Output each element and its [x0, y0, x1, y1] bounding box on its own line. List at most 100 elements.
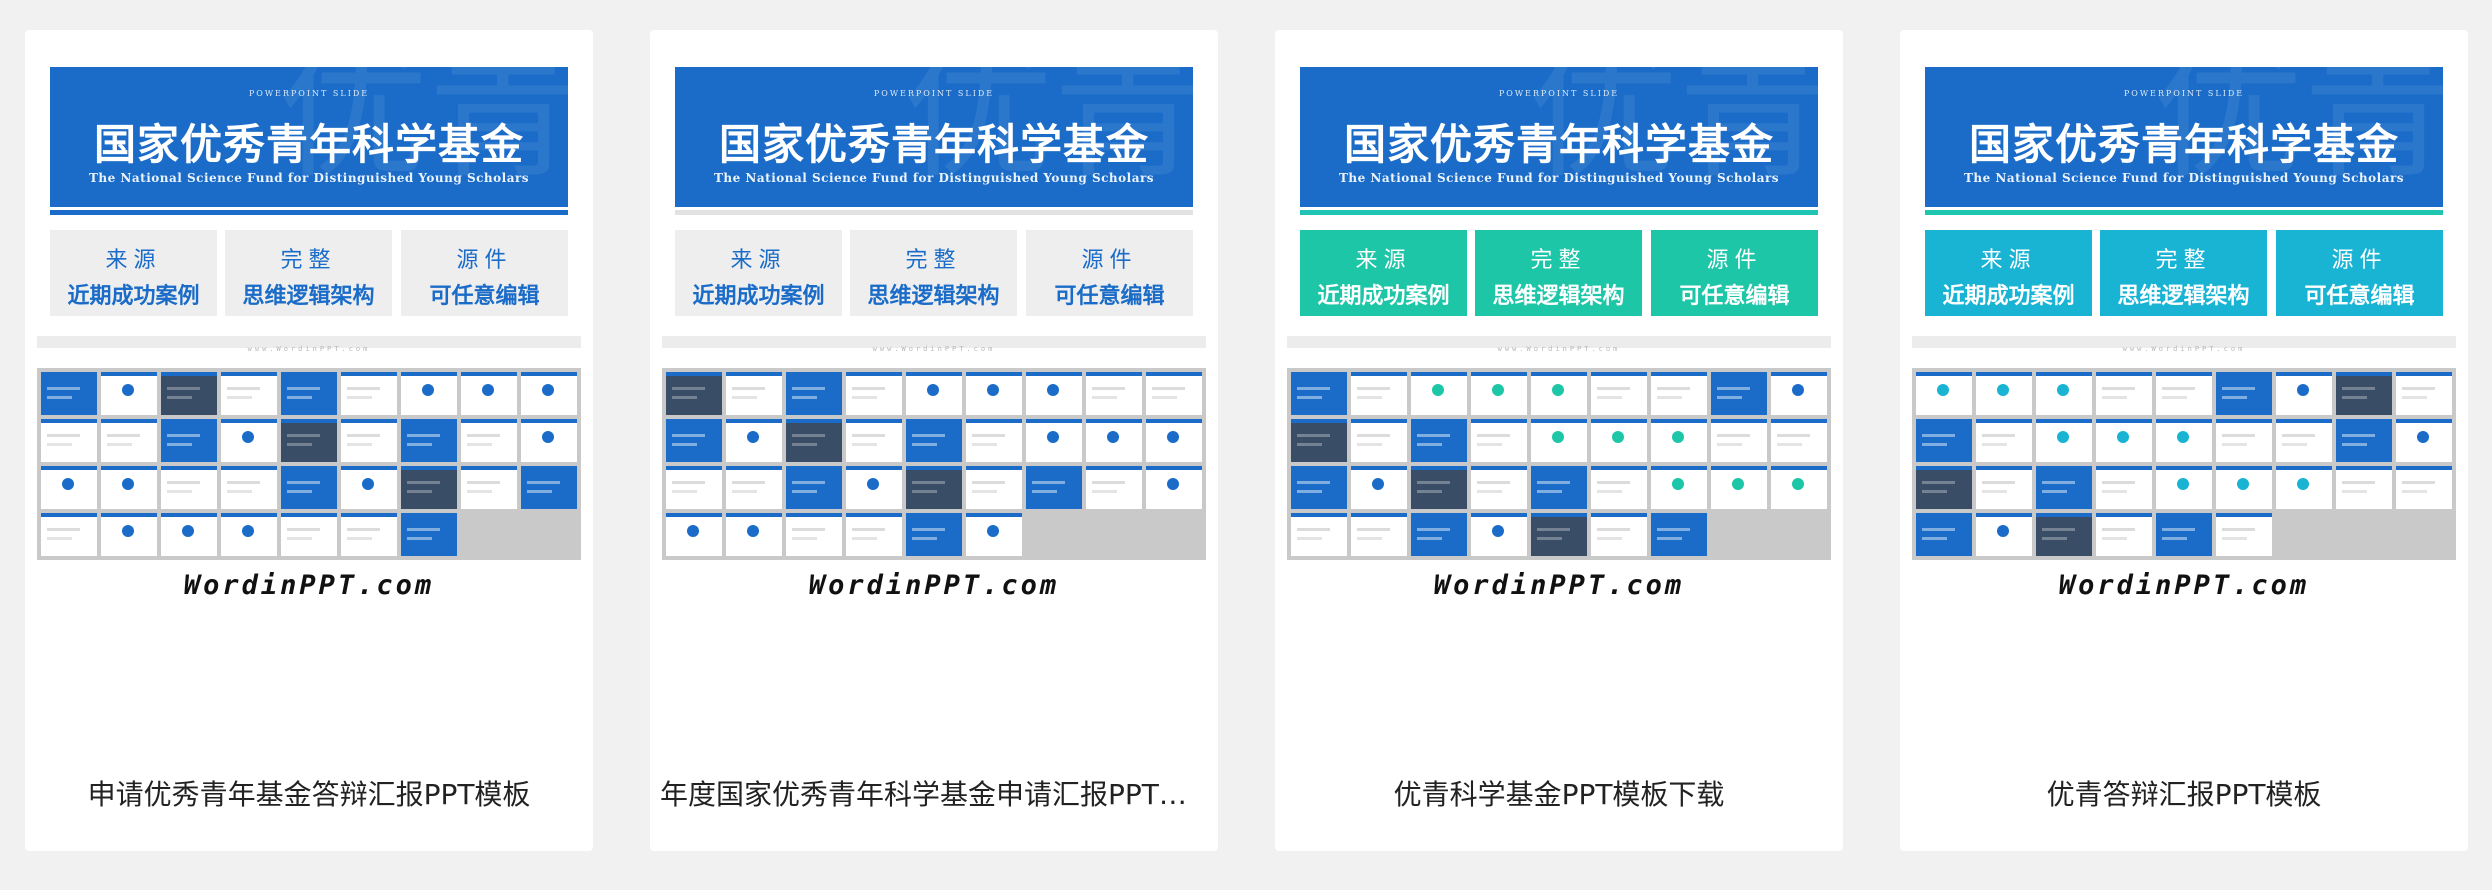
- slide-text-line: [1921, 442, 1947, 446]
- slide-graphic: [927, 384, 940, 397]
- thumbnail-footer-strip: www.WordinPPT.com: [1287, 336, 1831, 353]
- slide-text-line: [791, 395, 817, 399]
- slide-preview: [341, 419, 397, 462]
- slide-header-bar: [2096, 466, 2152, 470]
- slide-preview: [461, 513, 517, 556]
- slide-graphic: [2297, 478, 2310, 491]
- slide-text-line: [1596, 387, 1631, 391]
- feature-label: 来源: [1355, 248, 1412, 273]
- template-card[interactable]: 优青 POWERPOINT SLIDE 国家优秀青年科学基金 The Natio…: [1900, 30, 2468, 851]
- template-card[interactable]: 优青 POWERPOINT SLIDE 国家优秀青年科学基金 The Natio…: [25, 30, 593, 851]
- template-title-link[interactable]: 优青科学基金PPT模板下载: [1285, 775, 1833, 815]
- slide-header-bar: [666, 419, 722, 423]
- slide-header-bar: [1591, 372, 1647, 376]
- slide-preview: [906, 372, 962, 415]
- template-thumbnail[interactable]: 优青 POWERPOINT SLIDE 国家优秀青年科学基金 The Natio…: [650, 30, 1218, 620]
- slide-preview: [1771, 466, 1827, 509]
- slide-text-line: [2161, 395, 2187, 399]
- banner-title: 国家优秀青年科学基金: [1343, 120, 1774, 169]
- slide-graphic: [1672, 478, 1685, 491]
- slide-preview: [101, 372, 157, 415]
- slide-preview: [786, 372, 842, 415]
- slide-text-line: [2041, 481, 2076, 485]
- slide-preview: [1291, 419, 1347, 462]
- slide-text-line: [466, 489, 492, 493]
- slide-text-line: [346, 528, 381, 532]
- slide-text-line: [1296, 528, 1331, 532]
- template-card[interactable]: 优青 POWERPOINT SLIDE 国家优秀青年科学基金 The Natio…: [650, 30, 1218, 851]
- slide-text-line: [671, 481, 706, 485]
- slide-header-bar: [2216, 419, 2272, 423]
- brand-wordmark: WordinPPT.com: [808, 570, 1060, 601]
- slide-preview: [521, 466, 577, 509]
- slide-preview: [1086, 513, 1142, 556]
- slide-header-bar: [1711, 466, 1767, 470]
- slide-text-line: [1296, 536, 1322, 540]
- slide-preview: [1086, 466, 1142, 509]
- slide-text-line: [286, 395, 312, 399]
- slide-text-line: [2101, 489, 2127, 493]
- slide-text-line: [2161, 536, 2187, 540]
- slide-header-bar: [1471, 372, 1527, 376]
- slide-text-line: [106, 434, 141, 438]
- thumbnail-footer-strip: www.WordinPPT.com: [662, 336, 1206, 353]
- slide-preview: [1711, 419, 1767, 462]
- slide-text-line: [346, 536, 372, 540]
- template-title-link[interactable]: 年度国家优秀青年科学基金申请汇报PPT模板: [660, 775, 1208, 815]
- slide-text-line: [286, 528, 321, 532]
- slide-text-line: [851, 434, 886, 438]
- slide-preview: [341, 466, 397, 509]
- template-title-link[interactable]: 申请优秀青年基金答辩汇报PPT模板: [35, 775, 583, 815]
- slide-header-bar: [726, 513, 782, 517]
- slide-header-bar: [101, 513, 157, 517]
- slide-text-line: [791, 481, 826, 485]
- slide-header-bar: [1411, 513, 1467, 517]
- slide-header-bar: [101, 372, 157, 376]
- slide-text-line: [1981, 481, 2016, 485]
- template-title-link[interactable]: 优青答辩汇报PPT模板: [1910, 775, 2458, 815]
- slide-text-line: [971, 434, 1006, 438]
- slide-text-line: [2281, 434, 2316, 438]
- slide-text-line: [1921, 489, 1947, 493]
- slide-header-bar: [1591, 419, 1647, 423]
- template-thumbnail[interactable]: 优青 POWERPOINT SLIDE 国家优秀青年科学基金 The Natio…: [25, 30, 593, 620]
- thumbnail-banner: 优青 POWERPOINT SLIDE 国家优秀青年科学基金 The Natio…: [50, 67, 568, 207]
- slide-preview: [1026, 419, 1082, 462]
- slide-header-bar: [1771, 419, 1827, 423]
- slide-text-line: [791, 434, 826, 438]
- slide-preview: [341, 513, 397, 556]
- slide-text-line: [1716, 434, 1751, 438]
- slide-graphic: [122, 478, 135, 491]
- slide-header-bar: [341, 513, 397, 517]
- slide-text-line: [226, 395, 252, 399]
- slide-graphic: [1997, 384, 2010, 397]
- slide-header-bar: [786, 513, 842, 517]
- slide-text-line: [2401, 387, 2436, 391]
- slide-preview: [1976, 513, 2032, 556]
- slide-preview: [2276, 513, 2332, 556]
- template-thumbnail[interactable]: 优青 POWERPOINT SLIDE 国家优秀青年科学基金 The Natio…: [1900, 30, 2468, 620]
- slide-header-bar: [906, 513, 962, 517]
- slide-graphic: [2417, 431, 2430, 444]
- slide-graphic: [1167, 478, 1180, 491]
- slide-text-line: [2101, 387, 2136, 391]
- slide-preview: [2276, 372, 2332, 415]
- feature-value: 可任意编辑: [1054, 283, 1165, 309]
- slide-preview: [2216, 466, 2272, 509]
- slide-text-line: [911, 434, 946, 438]
- template-card[interactable]: 优青 POWERPOINT SLIDE 国家优秀青年科学基金 The Natio…: [1275, 30, 1843, 851]
- slide-text-line: [671, 395, 697, 399]
- slide-graphic: [62, 478, 75, 491]
- slide-header-bar: [401, 466, 457, 470]
- slide-preview: [281, 419, 337, 462]
- slide-header-bar: [906, 419, 962, 423]
- slide-header-bar: [2276, 466, 2332, 470]
- slide-preview: [2216, 513, 2272, 556]
- slide-preview: [1531, 466, 1587, 509]
- feature-label: 源件: [2331, 248, 2388, 273]
- slide-text-line: [1596, 481, 1631, 485]
- banner-subtitle: The National Science Fund for Distinguis…: [713, 171, 1155, 185]
- slide-preview: [2156, 419, 2212, 462]
- template-thumbnail[interactable]: 优青 POWERPOINT SLIDE 国家优秀青年科学基金 The Natio…: [1275, 30, 1843, 620]
- slide-text-line: [1921, 528, 1956, 532]
